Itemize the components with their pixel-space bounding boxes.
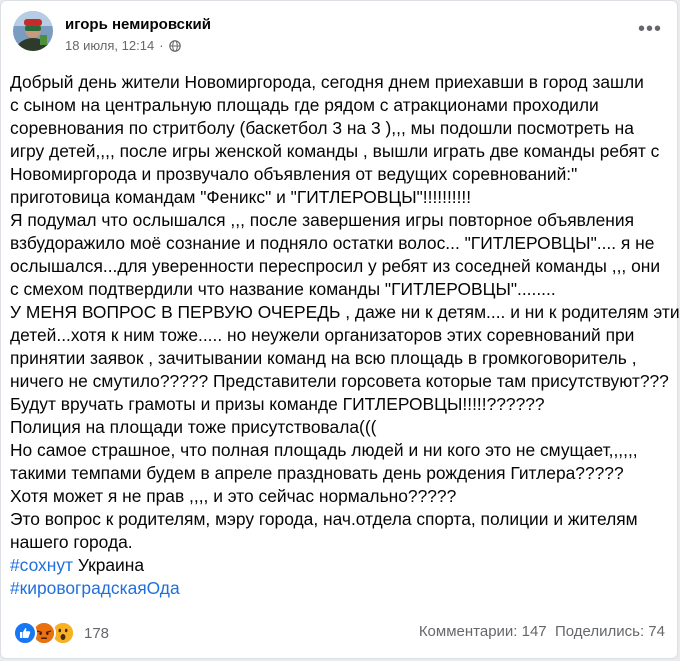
post-line: с сыном на центральную площадь где рядом… [10, 95, 599, 115]
post-line: Добрый день жители Новомиргорода, сегодн… [10, 72, 644, 92]
post-line: такими темпами будем в апреле праздноват… [10, 463, 624, 483]
meta-separator: · [159, 38, 164, 53]
post-card: игорь немировский 18 июля, 12:14 · ••• Д… [0, 0, 680, 659]
post-date[interactable]: 18 июля, 12:14 [65, 38, 154, 53]
post-line: нашего города. [10, 532, 133, 552]
post-line: принятии заявок , зачитывании команд на … [10, 348, 637, 368]
hashtag-suffix: Украина [73, 555, 145, 575]
post-header: игорь немировский 18 июля, 12:14 · ••• [13, 11, 665, 57]
post-line: Я подумал что ослышался ,,, после заверш… [10, 210, 635, 230]
author-name[interactable]: игорь немировский [65, 16, 211, 33]
shares-count[interactable]: Поделились: 74 [555, 623, 665, 640]
post-line: игру детей,,,, после игры женской команд… [10, 141, 660, 161]
post-line: ничего не смутило????? Представители гор… [10, 371, 669, 391]
post-stats: Комментарии: 147 Поделились: 74 [419, 623, 665, 640]
hashtag-line: #сохнут Украина [10, 554, 674, 577]
reaction-count: 178 [84, 624, 110, 642]
post-line: ослышался...для уверенности переспросил … [10, 256, 661, 276]
more-options-icon[interactable]: ••• [635, 17, 665, 41]
post-line: Новомиргорода и прозвучало объявления от… [10, 164, 578, 184]
post-line: У МЕНЯ ВОПРОС В ПЕРВУЮ ОЧЕРЕДЬ , даже ни… [10, 302, 680, 322]
post-line: приготовица командам "Феникс" и "ГИТЛЕРО… [10, 187, 472, 207]
post-meta: 18 июля, 12:14 · [65, 38, 181, 53]
post-footer: 178 Комментарии: 147 Поделились: 74 [13, 621, 665, 645]
post-line: Будут вручать грамоты и призы команде ГИ… [10, 394, 545, 414]
like-icon [13, 621, 37, 645]
post-line: Но самое страшное, что полная площадь лю… [10, 440, 638, 460]
comments-count[interactable]: Комментарии: 147 [419, 623, 547, 640]
reactions-summary[interactable]: 178 [13, 621, 109, 645]
post-line: детей...хотя к ним тоже..... но неужели … [10, 325, 635, 345]
post-line: соревнования по стритболу (баскетбол 3 н… [10, 118, 634, 138]
avatar[interactable] [13, 11, 53, 51]
hashtag-line: #кировоградскаяОда [10, 577, 674, 600]
post-line: Это вопрос к родителям, мэру города, нач… [10, 509, 638, 529]
post-text: Добрый день жители Новомиргорода, сегодн… [10, 71, 680, 600]
hashtag-sokhnut[interactable]: #сохнут [10, 555, 73, 575]
post-line: взбудоражило моё сознание и подняло оста… [10, 233, 655, 253]
post-line: Хотя может я не прав ,,,, и это сейчас н… [10, 486, 457, 506]
post-line: с смехом подтвердили что название команд… [10, 279, 556, 299]
globe-icon [168, 39, 181, 52]
post-line: Полиция на площади тоже присутствовала((… [10, 417, 377, 437]
hashtag-kirovogradskaya-oda[interactable]: #кировоградскаяОда [10, 578, 180, 598]
